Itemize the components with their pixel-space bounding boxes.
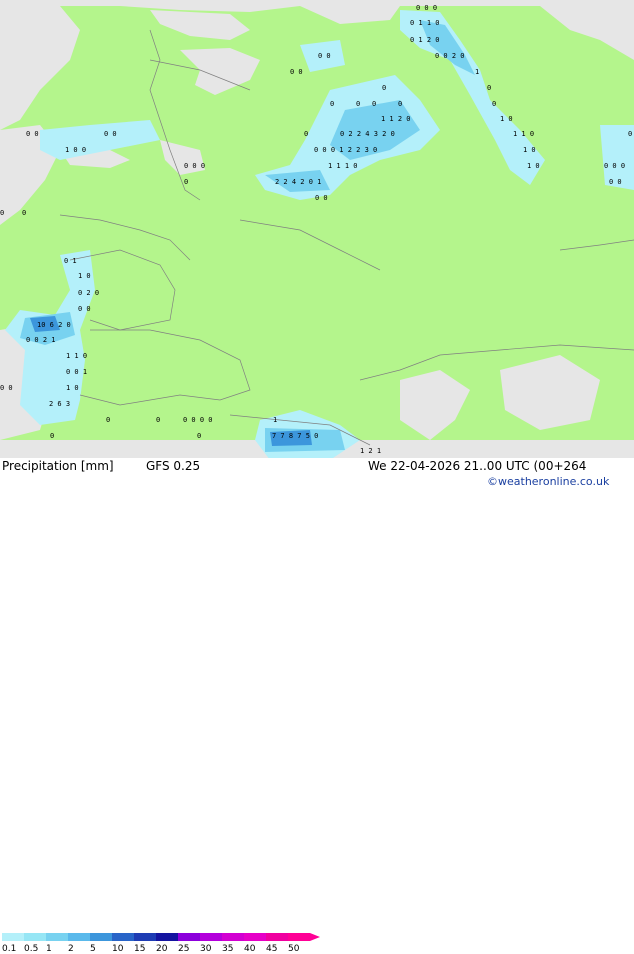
precip-value-label: 2 6 3: [49, 400, 70, 408]
precip-value-label: 0 1 2 0: [410, 36, 440, 44]
precip-value-label: 1 1 2 0: [381, 115, 411, 123]
precip-value-label: 0 0 0: [416, 4, 437, 12]
precip-value-label: 0: [22, 209, 26, 217]
legend-label: 0.1: [2, 944, 17, 954]
legend-label: 40: [244, 944, 256, 954]
precip-value-label: 0 0 0: [604, 162, 625, 170]
legend-label: 20: [156, 944, 168, 954]
legend-arrow: [310, 933, 320, 941]
legend-label: 5: [90, 944, 96, 954]
map-canvas: 0 0 00 1 1 00 1 2 00 0 2 010 00 0000 0 0 0 0…: [0, 0, 634, 460]
precip-value-label: 1 2 1: [360, 447, 381, 455]
legend-swatch: [112, 933, 134, 941]
precip-value-label: 1 1 0: [66, 352, 87, 360]
model-name: GFS 0.25: [146, 459, 201, 473]
legend-swatch: [90, 933, 112, 941]
legend-swatch: [200, 933, 222, 941]
precip-value-label: 0: [372, 100, 376, 108]
legend-label: 2: [68, 944, 74, 954]
precip-value-label: 0: [492, 100, 496, 108]
legend-swatch: [24, 933, 46, 941]
precip-value-label: 0 0 0 1 2 2 3 0: [314, 146, 377, 154]
legend-label: 0.5: [24, 944, 39, 954]
footer: Precipitation [mm] GFS 0.25 We 22-04-202…: [0, 458, 634, 954]
precipitation-map[interactable]: 0 0 00 1 1 00 1 2 00 0 2 010 00 00000000…: [0, 0, 634, 460]
legend-swatch: [156, 933, 178, 941]
precip-value-label: 1 0: [500, 115, 513, 123]
precip-value-label: 2 2 4 2 0 1: [275, 178, 321, 186]
precip-value-label: 0 2 0: [78, 289, 99, 297]
legend-label: 15: [134, 944, 146, 954]
precip-value-label: 0 0 0 0: [183, 416, 213, 424]
precip-value-label: 0 0 2 0: [435, 52, 465, 60]
precip-value-label: 0 1: [64, 257, 77, 265]
product-title: Precipitation [mm]: [2, 459, 114, 473]
precip-value-label: 1 0: [66, 384, 79, 392]
precip-value-label: 0 0 2 1: [26, 336, 56, 344]
precip-value-label: 1 1 0: [513, 130, 534, 138]
precip-value-label: 0: [304, 130, 308, 138]
precip-value-label: 0: [184, 178, 188, 186]
precip-value-label: 0: [382, 84, 386, 92]
legend-label: 45: [266, 944, 278, 954]
legend-swatch: [178, 933, 200, 941]
precip-value-label: 0 0: [78, 305, 91, 313]
legend-swatch: [266, 933, 288, 941]
precip-value-label: 0 0: [290, 68, 303, 76]
precip-value-label: 0 0: [315, 194, 328, 202]
precip-value-label: 0 0: [26, 130, 39, 138]
precip-value-label: 0: [356, 100, 360, 108]
legend-swatch: [222, 933, 244, 941]
legend-label: 10: [112, 944, 124, 954]
credit-link[interactable]: ©weatheronline.co.uk: [487, 475, 609, 488]
precip-value-label: 0: [330, 100, 334, 108]
precip-value-label: 1 1 1 0: [328, 162, 358, 170]
legend-label: 1: [46, 944, 52, 954]
legend-swatch: [134, 933, 156, 941]
legend-swatch: [2, 933, 24, 941]
precip-value-label: 1 0: [527, 162, 540, 170]
precip-value-label: 0: [156, 416, 160, 424]
precip-value-label: 0: [0, 209, 4, 217]
precip-value-label: 1 0: [78, 272, 91, 280]
precip-value-label: 1: [475, 68, 479, 76]
precip-value-label: 0: [487, 84, 491, 92]
precip-value-label: 1: [273, 416, 277, 424]
legend-swatch: [46, 933, 68, 941]
precip-value-label: 0: [50, 432, 54, 440]
precip-value-label: 10 6 2 0: [37, 321, 71, 329]
precip-value-label: 0 0 0: [184, 162, 205, 170]
precip-value-label: 0 1 1 0: [410, 19, 440, 27]
valid-time: We 22-04-2026 21..00 UTC (00+264: [368, 459, 587, 473]
precip-value-label: 0: [106, 416, 110, 424]
legend-swatch: [68, 933, 90, 941]
precip-value-label: 0 0: [609, 178, 622, 186]
precip-value-label: 0: [197, 432, 201, 440]
precip-value-label: 0 0: [104, 130, 117, 138]
precip-value-label: 0 0: [0, 384, 13, 392]
precip-value-label: 1 0: [523, 146, 536, 154]
precip-value-label: 0 0 1: [66, 368, 87, 376]
legend-swatch: [244, 933, 266, 941]
precip-value-label: 0: [628, 130, 632, 138]
legend-label: 25: [178, 944, 190, 954]
legend-label: 50: [288, 944, 300, 954]
precip-value-label: 1 0 0: [65, 146, 86, 154]
legend-swatch: [288, 933, 310, 941]
legend-label: 35: [222, 944, 234, 954]
legend-label: 30: [200, 944, 212, 954]
precip-value-label: 0 0: [318, 52, 331, 60]
precip-value-label: 0 2 2 4 3 2 0: [340, 130, 395, 138]
precip-value-label: 7 7 8 7 5 0: [272, 432, 318, 440]
precip-value-label: 0: [398, 100, 402, 108]
